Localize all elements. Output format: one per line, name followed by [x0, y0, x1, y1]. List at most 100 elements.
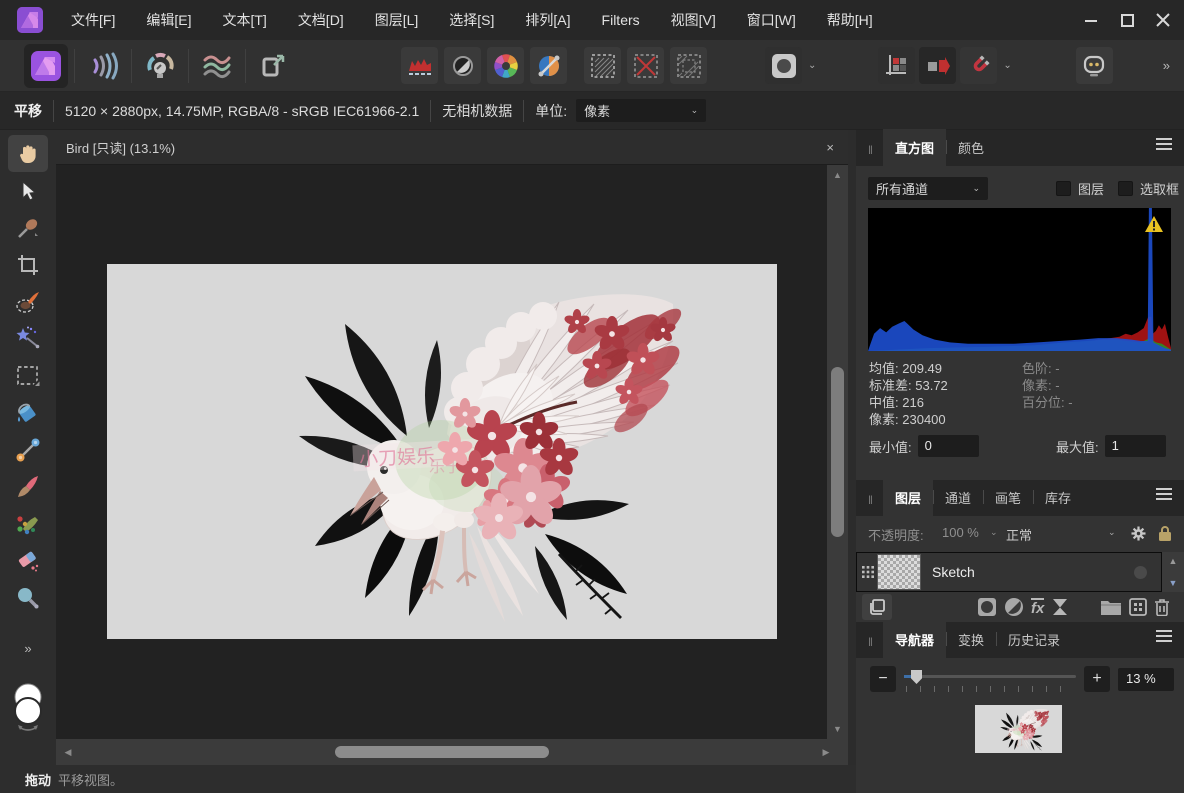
minimize-button[interactable]	[1080, 9, 1102, 31]
layer-row[interactable]: Sketch	[856, 552, 1162, 592]
zoom-slider-thumb[interactable]	[911, 670, 922, 684]
menu-window[interactable]: 窗口[W]	[747, 10, 796, 30]
scroll-left-arrow[interactable]: ◀	[58, 739, 78, 765]
snapping-button[interactable]	[960, 47, 997, 84]
auto-levels-button[interactable]	[401, 47, 438, 84]
tab-channels[interactable]: 通道	[933, 479, 983, 516]
zoom-in-button[interactable]: +	[1084, 666, 1110, 692]
select-all-button[interactable]	[584, 47, 621, 84]
tab-layers[interactable]: 图层	[883, 479, 933, 516]
crop-tool[interactable]	[8, 246, 48, 283]
quick-mask-button[interactable]	[765, 47, 802, 84]
chevron-down-icon[interactable]: ⌄	[990, 527, 998, 538]
maximize-button[interactable]	[1116, 9, 1138, 31]
checkbox[interactable]	[1118, 181, 1133, 196]
panel-menu-icon[interactable]	[1144, 485, 1184, 516]
invert-selection-button[interactable]	[670, 47, 707, 84]
live-filter-button[interactable]	[1052, 598, 1068, 616]
auto-colour-button[interactable]	[487, 47, 524, 84]
menu-filters[interactable]: Filters	[602, 12, 640, 28]
scroll-up-arrow[interactable]: ▲	[827, 167, 848, 183]
warning-icon[interactable]	[1144, 215, 1164, 233]
canvas-viewport[interactable]: 小刀娱乐 乐于分享	[56, 165, 827, 739]
photo-persona-button[interactable]	[24, 44, 68, 88]
colour-picker-tool[interactable]	[8, 209, 48, 246]
menu-view[interactable]: 视图[V]	[671, 10, 716, 30]
tools-overflow-chevron[interactable]: »	[8, 630, 48, 667]
export-persona-button[interactable]	[252, 44, 296, 88]
unit-dropdown[interactable]: 像素 ⌄	[576, 99, 706, 122]
show-pixel-grid-button[interactable]	[878, 47, 915, 84]
panel-menu-icon[interactable]	[1144, 627, 1184, 658]
layers-scrollbar[interactable]: ▲ ▼	[1162, 552, 1184, 592]
layer-name[interactable]: Sketch	[932, 564, 975, 580]
transform-origin-button[interactable]	[919, 47, 956, 84]
colour-replacement-brush-tool[interactable]	[8, 505, 48, 542]
tab-navigator[interactable]: 导航器	[883, 621, 946, 658]
tab-brushes[interactable]: 画笔	[983, 479, 1033, 516]
mask-layer-button[interactable]	[976, 596, 998, 618]
menu-select[interactable]: 选择[S]	[449, 10, 494, 30]
tone-mapping-persona-button[interactable]	[195, 44, 239, 88]
move-tool[interactable]	[8, 172, 48, 209]
view-tool[interactable]	[8, 135, 48, 172]
document-tab[interactable]: Bird [只读] (13.1%)	[66, 138, 175, 157]
navigator-thumbnail[interactable]	[975, 705, 1062, 753]
snapping-dropdown-chevron[interactable]: ⌄	[997, 60, 1017, 71]
menu-edit[interactable]: 编辑[E]	[146, 10, 191, 30]
close-button[interactable]	[1152, 9, 1174, 31]
menu-text[interactable]: 文本[T]	[222, 10, 266, 30]
develop-persona-button[interactable]	[138, 44, 182, 88]
scroll-up-arrow[interactable]: ▲	[1169, 556, 1178, 566]
blur-tool[interactable]	[8, 579, 48, 616]
toolbar-overflow-chevron[interactable]: »	[1163, 58, 1170, 73]
assistant-button[interactable]	[1076, 47, 1113, 84]
panel-menu-icon[interactable]	[1144, 135, 1184, 166]
adjustment-layer-button[interactable]	[1003, 596, 1025, 618]
marquee-tool[interactable]	[8, 357, 48, 394]
erase-tool[interactable]	[8, 542, 48, 579]
marquee-checkbox[interactable]: 选取框	[1118, 179, 1179, 198]
chevron-down-icon[interactable]: ⌄	[1108, 527, 1116, 538]
checkbox[interactable]	[1056, 181, 1071, 196]
insert-behind-button[interactable]	[1129, 598, 1147, 616]
min-input[interactable]: 0	[918, 435, 979, 457]
zoom-slider-track[interactable]	[904, 675, 1076, 678]
delete-layer-button[interactable]	[1154, 598, 1170, 616]
panel-drag-handle[interactable]: ‖	[856, 143, 883, 166]
flood-select-tool[interactable]	[8, 320, 48, 357]
tab-stock[interactable]: 库存	[1033, 479, 1083, 516]
blend-mode-value[interactable]: 正常	[1006, 525, 1032, 544]
layer-visibility-dot[interactable]	[1134, 566, 1147, 579]
lock-icon[interactable]	[1158, 525, 1172, 542]
menu-layer[interactable]: 图层[L]	[375, 10, 419, 30]
scroll-right-arrow[interactable]: ▶	[816, 739, 836, 765]
gradient-tool[interactable]	[8, 431, 48, 468]
selection-brush-tool[interactable]	[8, 283, 48, 320]
scroll-down-arrow[interactable]: ▼	[1169, 578, 1178, 588]
liquify-persona-button[interactable]	[81, 44, 125, 88]
auto-white-balance-button[interactable]	[530, 47, 567, 84]
zoom-slider[interactable]	[904, 666, 1076, 692]
group-layers-button[interactable]	[1100, 598, 1122, 616]
duplicate-layer-button[interactable]	[862, 594, 892, 620]
layer-checkbox[interactable]: 图层	[1056, 179, 1104, 198]
menu-file[interactable]: 文件[F]	[71, 10, 115, 30]
zoom-out-button[interactable]: −	[870, 666, 896, 692]
zoom-value-input[interactable]: 13 %	[1118, 668, 1174, 691]
menu-help[interactable]: 帮助[H]	[827, 10, 873, 30]
panel-drag-handle[interactable]: ‖	[856, 493, 883, 516]
flood-fill-tool[interactable]	[8, 394, 48, 431]
channel-dropdown[interactable]: 所有通道 ⌄	[868, 177, 988, 200]
vertical-scroll-thumb[interactable]	[831, 367, 844, 537]
tab-history[interactable]: 历史记录	[996, 621, 1072, 658]
paint-brush-tool[interactable]	[8, 468, 48, 505]
layer-thumbnail[interactable]	[877, 554, 921, 590]
panel-drag-handle[interactable]: ‖	[856, 635, 883, 658]
menu-document[interactable]: 文档[D]	[298, 10, 344, 30]
horizontal-scroll-thumb[interactable]	[335, 746, 549, 758]
quick-mask-dropdown-chevron[interactable]: ⌄	[802, 60, 822, 71]
max-input[interactable]: 1	[1105, 435, 1166, 457]
menu-arrange[interactable]: 排列[A]	[525, 10, 570, 30]
scroll-down-arrow[interactable]: ▼	[827, 721, 848, 737]
